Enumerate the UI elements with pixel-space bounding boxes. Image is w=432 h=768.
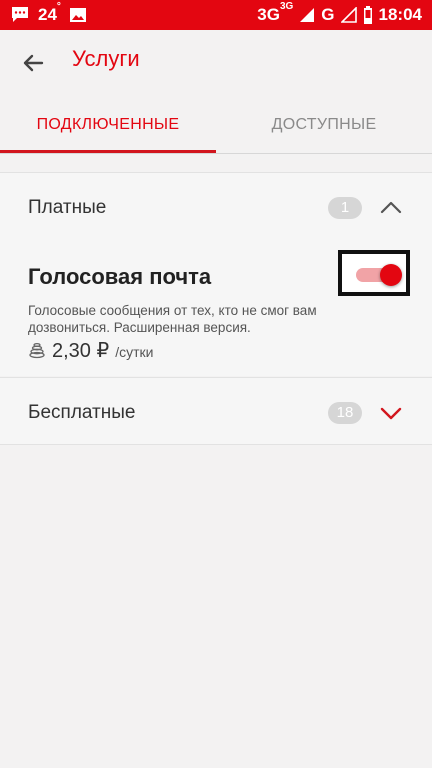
signal-icon: [340, 7, 357, 23]
count-badge: 1: [328, 197, 362, 219]
service-description: Голосовые сообщения от тех, кто не смог …: [28, 303, 317, 335]
toggle-thumb[interactable]: [380, 264, 402, 286]
price-amount: 2,30 ₽: [52, 340, 110, 362]
status-bar: 24° 3G3G G 18:04: [0, 0, 432, 30]
section-title: Платные: [28, 197, 107, 218]
chevron-up-icon[interactable]: [380, 197, 402, 219]
service-name: Голосовая почта: [28, 264, 212, 289]
battery-icon: [363, 6, 373, 24]
coins-icon: [28, 341, 46, 359]
tab-bar: ПОДКЛЮЧЕННЫЕ ДОСТУПНЫЕ: [0, 96, 432, 154]
price-row: 2,30 ₽ /сутки: [28, 338, 153, 363]
chevron-down-icon[interactable]: [380, 402, 402, 424]
arrow-left-icon[interactable]: [18, 48, 48, 78]
temperature: 24°: [38, 1, 61, 24]
image-icon: [69, 7, 87, 23]
section-free-header[interactable]: Бесплатные 18: [0, 377, 432, 445]
count-badge: 18: [328, 402, 362, 424]
section-title: Бесплатные: [28, 402, 136, 423]
service-toggle[interactable]: [338, 250, 410, 296]
signal-icon: [299, 7, 315, 23]
price-unit: /сутки: [115, 344, 154, 360]
divider: [0, 153, 432, 154]
section-paid-header[interactable]: Платные 1: [0, 172, 432, 242]
tab-available[interactable]: ДОСТУПНЫЕ: [216, 96, 432, 154]
network-g: G: [321, 5, 335, 24]
network-3g: 3G3G: [257, 1, 294, 24]
app-header: Услуги: [0, 30, 432, 96]
tab-connected[interactable]: ПОДКЛЮЧЕННЫЕ: [0, 96, 216, 154]
clock: 18:04: [378, 5, 422, 24]
page-title: Услуги: [72, 46, 140, 71]
message-icon: [10, 6, 30, 24]
